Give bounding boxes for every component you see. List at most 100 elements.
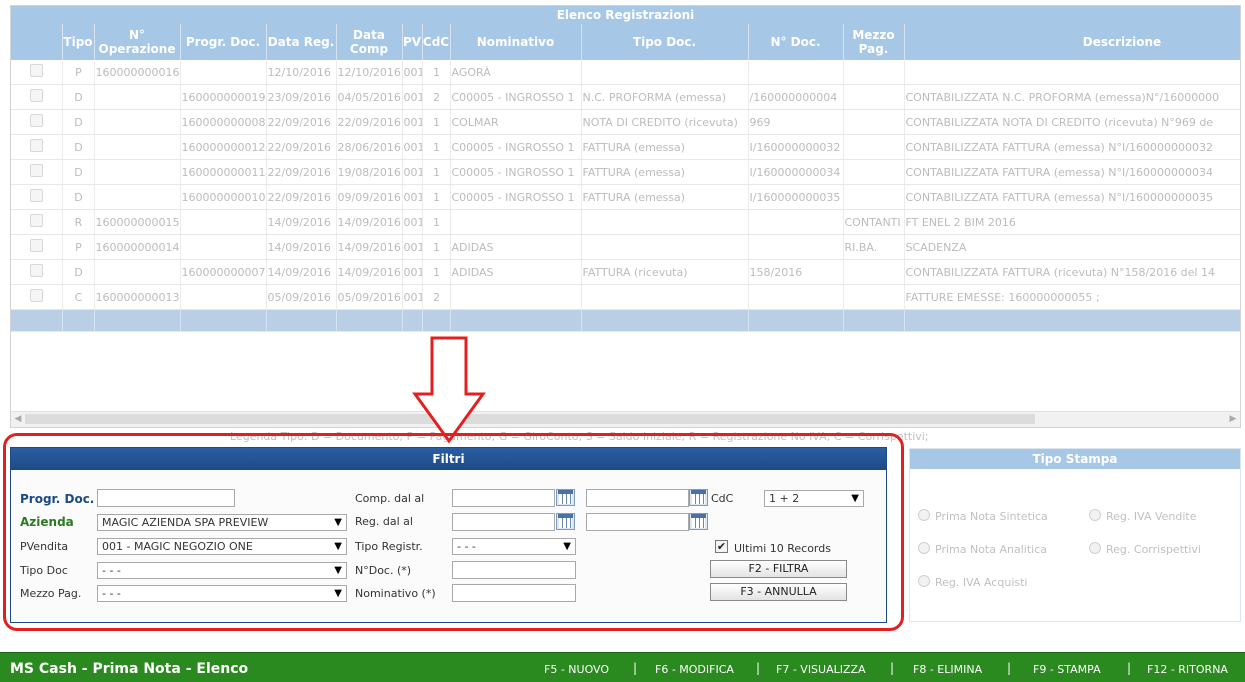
column-header[interactable]: Data Comp	[336, 24, 403, 60]
radio-prima-nota-analitica[interactable]	[918, 542, 930, 554]
nominativo-input[interactable]	[452, 584, 576, 602]
row-checkbox[interactable]	[30, 64, 44, 77]
row-checkbox[interactable]	[30, 189, 44, 202]
table-cell: 2	[422, 84, 451, 110]
table-cell: FATTURA (emessa)	[581, 159, 749, 185]
ndoc-input[interactable]	[452, 561, 576, 579]
table-cell: 969	[748, 109, 844, 135]
row-select-cell[interactable]	[11, 184, 63, 210]
progr-doc-input[interactable]	[97, 489, 235, 507]
column-header[interactable]	[11, 24, 63, 60]
row-checkbox[interactable]	[30, 114, 44, 127]
tipo-registr-select[interactable]: - - - ▼	[452, 538, 576, 555]
column-header[interactable]: N° Doc.	[748, 24, 844, 60]
column-header[interactable]: Tipo	[62, 24, 95, 60]
calendar-icon[interactable]	[689, 489, 708, 506]
table-cell: 1	[422, 159, 451, 185]
ultimi-records-checkbox[interactable]: ✔	[715, 540, 728, 553]
table-cell	[450, 209, 582, 235]
row-checkbox[interactable]	[30, 239, 44, 252]
calendar-icon[interactable]	[689, 513, 708, 530]
row-checkbox[interactable]	[30, 89, 44, 102]
table-cell: FATTURE EMESSE: 160000000055 ;	[904, 284, 1240, 310]
elimina-button[interactable]: F8 - ELIMINA	[913, 663, 982, 676]
table-cell	[94, 159, 181, 185]
column-header[interactable]: Mezzo Pag.	[843, 24, 905, 60]
row-select-cell[interactable]	[11, 60, 63, 85]
annulla-button[interactable]: F3 - ANNULLA	[710, 583, 847, 601]
table-row[interactable]: R16000000001514/09/201614/09/20160011CON…	[11, 209, 1240, 235]
prima-nota-sintetica-label: Prima Nota Sintetica	[935, 510, 1048, 523]
scroll-right-icon[interactable]: ▶	[1227, 413, 1239, 425]
filter-panel: Filtri Progr. Doc. Azienda MAGIC AZIENDA…	[10, 447, 887, 623]
radio-reg-iva-acquisti[interactable]	[918, 575, 930, 587]
row-checkbox[interactable]	[30, 214, 44, 227]
row-select-cell[interactable]	[11, 159, 63, 185]
table-cell: FATTURA (ricevuta)	[581, 259, 749, 285]
column-header[interactable]: CdC	[422, 24, 451, 60]
column-header[interactable]: Progr. Doc.	[180, 24, 267, 60]
table-row[interactable]: P16000000001414/09/201614/09/20160011ADI…	[11, 234, 1240, 260]
tipo-doc-select[interactable]: - - - ▼	[97, 562, 347, 579]
reg-to-input[interactable]	[586, 513, 689, 531]
row-select-cell[interactable]	[11, 284, 63, 310]
calendar-icon[interactable]	[556, 513, 575, 530]
column-header[interactable]: Tipo Doc.	[581, 24, 749, 60]
stampa-button[interactable]: F9 - STAMPA	[1033, 663, 1101, 676]
scroll-thumb[interactable]	[25, 414, 1035, 424]
table-cell: 001	[402, 184, 423, 210]
column-header[interactable]: Nominativo	[450, 24, 582, 60]
table-row[interactable]: D 16000000001923/09/201604/05/20160012C00…	[11, 84, 1240, 110]
table-row[interactable]: D16000000000822/09/201622/09/20160011COL…	[11, 109, 1240, 135]
scroll-left-icon[interactable]: ◀	[12, 413, 24, 425]
table-cell: FATTURA (emessa)	[581, 184, 749, 210]
table-row[interactable]: D 16000000001022/09/201609/09/20160011C00…	[11, 184, 1240, 210]
table-cell: FT ENEL 2 BIM 2016	[904, 209, 1240, 235]
ritorna-button[interactable]: F12 - RITORNA	[1147, 663, 1228, 676]
calendar-icon[interactable]	[556, 489, 575, 506]
table-cell: C00005 - INGROSSO 1	[450, 159, 582, 185]
visualizza-button[interactable]: F7 - VISUALIZZA	[776, 663, 866, 676]
row-checkbox[interactable]	[30, 264, 44, 277]
row-select-cell[interactable]	[11, 84, 63, 110]
azienda-select[interactable]: MAGIC AZIENDA SPA PREVIEW ▼	[97, 514, 347, 531]
row-select-cell[interactable]	[11, 134, 63, 160]
row-select-cell[interactable]	[11, 209, 63, 235]
comp-to-input[interactable]	[586, 489, 689, 507]
table-cell: 160000000011	[180, 159, 267, 185]
modifica-button[interactable]: F6 - MODIFICA	[655, 663, 734, 676]
column-header[interactable]: N° Operazione	[94, 24, 181, 60]
row-select-cell[interactable]	[11, 234, 63, 260]
reg-from-input[interactable]	[452, 513, 555, 531]
table-row[interactable]: D16000000000714/09/201614/09/20160011ADI…	[11, 259, 1240, 285]
azienda-label: Azienda	[20, 515, 74, 529]
chevron-down-icon: ▼	[334, 565, 342, 576]
table-cell	[180, 284, 267, 310]
pvendita-select[interactable]: 001 - MAGIC NEGOZIO ONE ▼	[97, 538, 347, 555]
row-select-cell[interactable]	[11, 109, 63, 135]
table-row[interactable]: D 16000000001222/09/201628/06/20160011C00…	[11, 134, 1240, 160]
nuovo-button[interactable]: F5 - NUOVO	[544, 663, 609, 676]
table-cell: D	[62, 84, 95, 110]
horizontal-scrollbar[interactable]: ◀ ▶	[11, 411, 1240, 427]
table-row[interactable]: D 16000000001122/09/201619/08/20160011C00…	[11, 159, 1240, 185]
mezzo-pag-select[interactable]: - - - ▼	[97, 585, 347, 602]
table-row[interactable]: C16000000001305/09/201605/09/20160012FAT…	[11, 284, 1240, 310]
row-select-cell[interactable]	[11, 259, 63, 285]
cdc-select[interactable]: 1 + 2 ▼	[764, 490, 864, 507]
radio-reg-iva-vendite[interactable]	[1089, 509, 1101, 521]
table-cell: COLMAR	[450, 109, 582, 135]
column-header[interactable]: Data Reg.	[266, 24, 337, 60]
row-checkbox[interactable]	[30, 139, 44, 152]
filtra-button[interactable]: F2 - FILTRA	[710, 560, 847, 578]
column-header[interactable]: Descrizione	[904, 24, 1240, 60]
row-checkbox[interactable]	[30, 164, 44, 177]
row-checkbox[interactable]	[30, 289, 44, 302]
comp-from-input[interactable]	[452, 489, 555, 507]
radio-reg-corrispettivi[interactable]	[1089, 542, 1101, 554]
table-row[interactable]: P16000000001612/10/201612/10/20160011AGO…	[11, 60, 1240, 85]
table-cell: 160000000013	[94, 284, 181, 310]
radio-prima-nota-sintetica[interactable]	[918, 509, 930, 521]
column-header[interactable]: PV	[402, 24, 423, 60]
table-cell: 001	[402, 84, 423, 110]
